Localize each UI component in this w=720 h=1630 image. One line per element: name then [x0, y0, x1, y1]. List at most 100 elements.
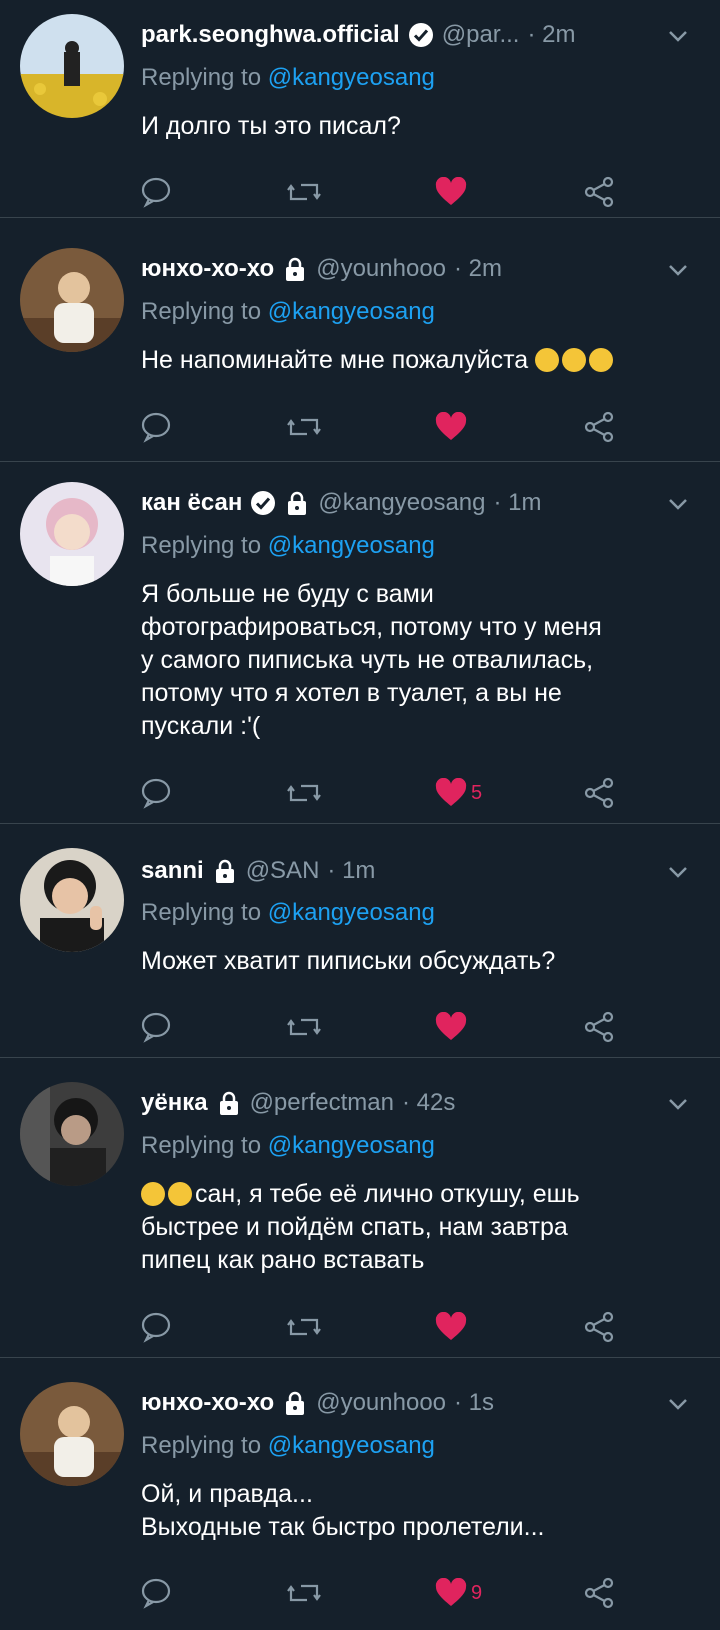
retweet-button[interactable]	[287, 1010, 321, 1044]
tweet-time: · 2m	[527, 21, 576, 48]
share-button[interactable]	[583, 1310, 615, 1344]
retweet-button[interactable]	[287, 776, 321, 810]
avatar[interactable]	[20, 14, 124, 118]
display-name[interactable]: park.seonghwa.official	[141, 21, 400, 49]
avatar[interactable]	[20, 482, 124, 586]
retweet-button[interactable]	[287, 175, 321, 209]
user-handle[interactable]: @kangyeosang	[318, 489, 485, 517]
tweet[interactable]: юнхо-хо-хо @younhooo · 1s Replying to @k…	[0, 1358, 720, 1630]
like-count: 5	[471, 781, 483, 804]
like-count: 9	[471, 1581, 483, 1604]
tweet-time: · 1m	[493, 489, 542, 516]
rofl-emoji	[589, 348, 614, 372]
like-button[interactable]: 5	[435, 776, 482, 810]
tweet[interactable]: sanni @SAN · 1m Replying to @kangyeosang…	[0, 824, 720, 1058]
user-handle[interactable]: @younhooo	[316, 255, 446, 283]
share-icon	[584, 1011, 614, 1043]
tweet-header: park.seonghwa.official @par... · 2m	[141, 18, 650, 52]
tweet-header: sanni @SAN · 1m	[141, 854, 650, 888]
retweet-button[interactable]	[287, 1576, 321, 1610]
reply-to-link[interactable]: @kangyeosang	[268, 1432, 435, 1459]
eye-roll-emoji	[168, 1182, 192, 1206]
retweet-button[interactable]	[287, 410, 321, 444]
avatar[interactable]	[20, 848, 124, 952]
reply-button[interactable]	[140, 1576, 172, 1610]
replying-to: Replying to @kangyeosang	[141, 1432, 435, 1459]
share-button[interactable]	[583, 1576, 615, 1610]
lock-icon	[284, 490, 310, 516]
tweet-header: юнхо-хо-хо @younhooo · 1s	[141, 1386, 650, 1420]
tweet[interactable]: кан ёсан @kangyeosang · 1m Replying to @…	[0, 462, 720, 824]
display-name[interactable]: юнхо-хо-хо	[141, 1389, 274, 1417]
chevron-down-icon[interactable]	[664, 858, 692, 886]
like-button[interactable]: 9	[435, 1576, 482, 1610]
share-icon	[584, 1311, 614, 1343]
replying-to: Replying to @kangyeosang	[141, 899, 435, 926]
user-handle[interactable]: @younhooo	[316, 1389, 446, 1417]
chevron-down-icon[interactable]	[664, 490, 692, 518]
share-button[interactable]	[583, 410, 615, 444]
share-icon	[584, 411, 614, 443]
user-handle[interactable]: @perfectman	[250, 1089, 394, 1117]
replying-to: Replying to @kangyeosang	[141, 1132, 435, 1159]
reply-to-link[interactable]: @kangyeosang	[268, 899, 435, 926]
display-name[interactable]: уёнка	[141, 1089, 208, 1117]
reply-button[interactable]	[140, 410, 172, 444]
share-icon	[584, 777, 614, 809]
tweet-header: уёнка @perfectman · 42s	[141, 1086, 650, 1120]
tweet-time: · 42s	[401, 1089, 456, 1116]
like-button[interactable]	[435, 410, 471, 444]
tweet-time: · 2m	[454, 255, 503, 282]
like-button[interactable]	[435, 175, 471, 209]
share-icon	[584, 176, 614, 208]
display-name[interactable]: sanni	[141, 857, 204, 885]
lock-icon	[282, 256, 308, 282]
reply-to-link[interactable]: @kangyeosang	[268, 298, 435, 325]
avatar[interactable]	[20, 248, 124, 352]
chevron-down-icon[interactable]	[664, 22, 692, 50]
like-button[interactable]	[435, 1310, 471, 1344]
tweet-actions	[0, 1310, 720, 1344]
lock-icon	[282, 1390, 308, 1416]
verified-badge-icon	[408, 22, 434, 48]
chevron-down-icon[interactable]	[664, 1390, 692, 1418]
reply-button[interactable]	[140, 1010, 172, 1044]
chevron-down-icon[interactable]	[664, 1090, 692, 1118]
tweet-actions	[0, 1010, 720, 1044]
replying-to: Replying to @kangyeosang	[141, 64, 435, 91]
retweet-button[interactable]	[287, 1310, 321, 1344]
user-handle[interactable]: @par...	[442, 21, 520, 49]
reply-button[interactable]	[140, 175, 172, 209]
rofl-emoji	[535, 348, 560, 372]
tweet-time: · 1s	[454, 1389, 495, 1416]
tweet-actions	[0, 175, 720, 209]
reply-to-link[interactable]: @kangyeosang	[268, 532, 435, 559]
verified-badge-icon	[250, 490, 276, 516]
user-handle[interactable]: @SAN	[246, 857, 320, 885]
display-name[interactable]: кан ёсан	[141, 489, 242, 517]
share-button[interactable]	[583, 175, 615, 209]
heart-icon	[435, 412, 467, 440]
avatar[interactable]	[20, 1382, 124, 1486]
tweet-text: Я больше не буду с вами фотографироватьс…	[141, 580, 602, 740]
tweet[interactable]: park.seonghwa.official @par... · 2m Repl…	[0, 0, 720, 218]
reply-button[interactable]	[140, 776, 172, 810]
reply-button[interactable]	[140, 1310, 172, 1344]
display-name[interactable]: юнхо-хо-хо	[141, 255, 274, 283]
share-button[interactable]	[583, 1010, 615, 1044]
tweet-actions: 5	[0, 776, 720, 810]
reply-to-link[interactable]: @kangyeosang	[268, 1132, 435, 1159]
tweet-time: · 1m	[327, 857, 376, 884]
lock-icon	[212, 858, 238, 884]
tweet-actions	[0, 410, 720, 444]
tweet-header: кан ёсан @kangyeosang · 1m	[141, 486, 650, 520]
chevron-down-icon[interactable]	[664, 256, 692, 284]
heart-icon	[435, 778, 467, 806]
tweet[interactable]: уёнка @perfectman · 42s Replying to @kan…	[0, 1058, 720, 1358]
like-button[interactable]	[435, 1010, 471, 1044]
share-button[interactable]	[583, 776, 615, 810]
tweet[interactable]: юнхо-хо-хо @younhooo · 2m Replying to @k…	[0, 218, 720, 462]
reply-to-link[interactable]: @kangyeosang	[268, 64, 435, 91]
avatar[interactable]	[20, 1082, 124, 1186]
tweet-text: Ой, и правда... Выходные так быстро прол…	[141, 1480, 545, 1541]
